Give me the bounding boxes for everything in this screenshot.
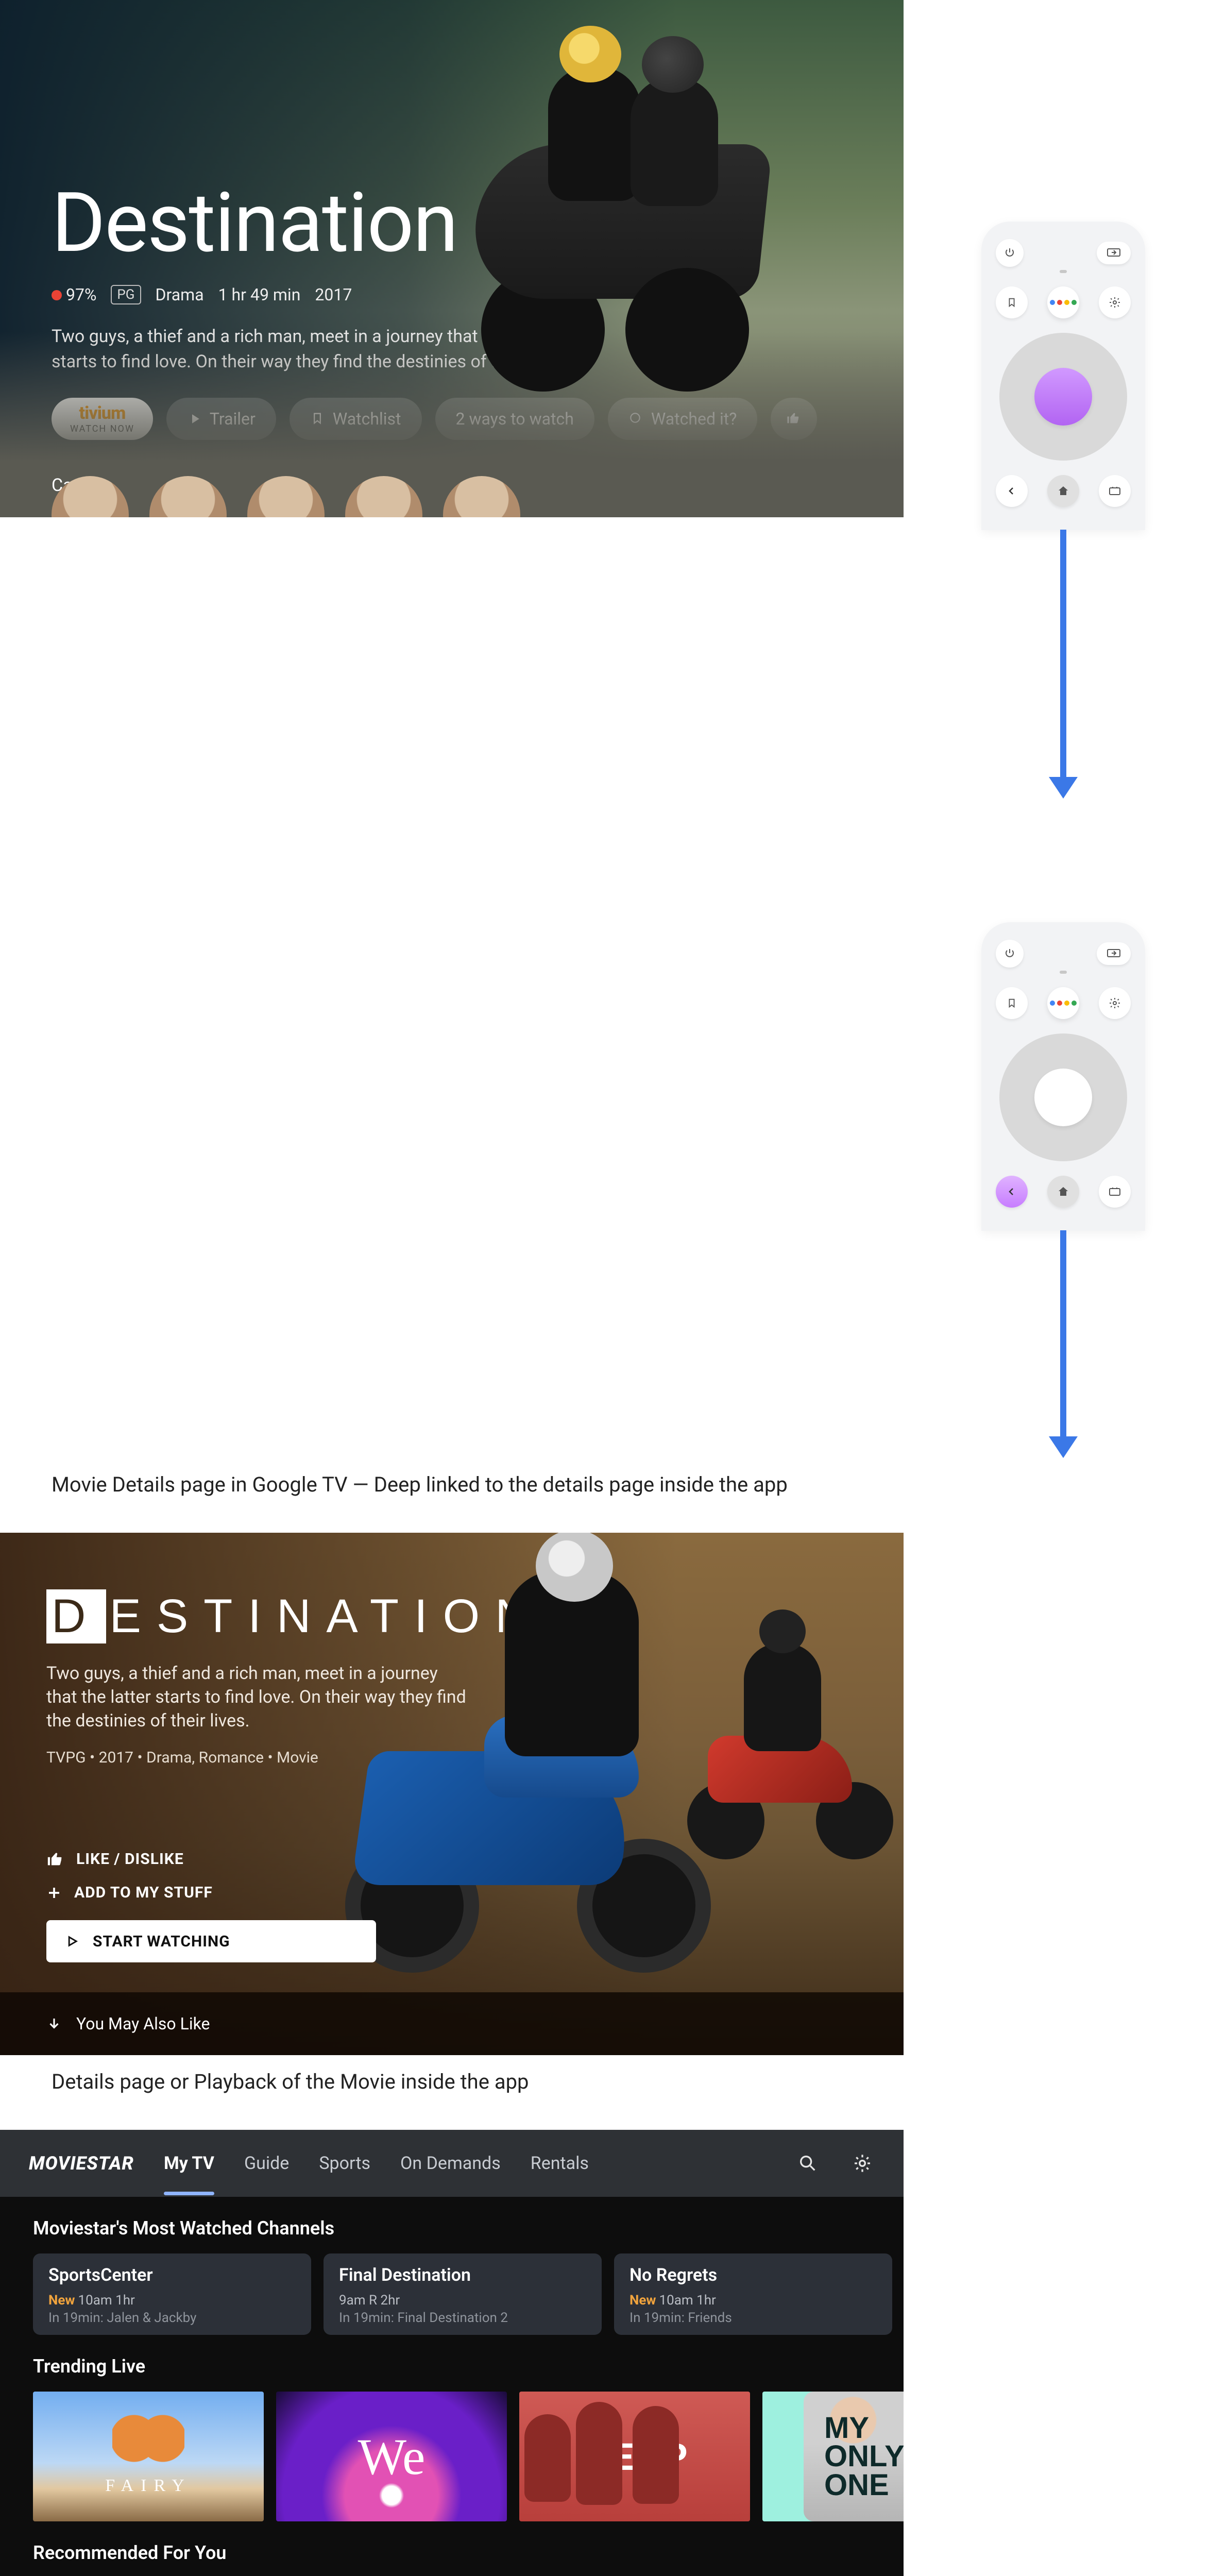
add-label: ADD TO MY STUFF (74, 1884, 213, 1902)
stream-button[interactable] (1099, 1176, 1131, 1208)
cast-avatar[interactable] (149, 476, 227, 517)
dpad-ring[interactable] (999, 333, 1127, 461)
card-line2: New10am 1hr (629, 2293, 877, 2308)
play-icon (65, 1934, 79, 1948)
flow-arrow-1 (1049, 530, 1078, 799)
card-line2: New10am 1hr (48, 2293, 296, 2308)
section-title-trending: Trending Live (33, 2355, 871, 2377)
cast-avatar[interactable] (52, 476, 129, 517)
bookmark-button[interactable] (996, 987, 1028, 1019)
brand-logo-text: MOVIESTAR (29, 2153, 134, 2174)
settings-button[interactable] (850, 2151, 875, 2176)
card-line2: 9am R 2hr (339, 2293, 586, 2308)
start-label: START WATCHING (93, 1933, 230, 1951)
trending-tile[interactable]: FAIRY (33, 2392, 264, 2521)
top-nav: MOVIESTAR My TV Guide Sports On Demands … (0, 2130, 904, 2197)
score: 97% (66, 285, 96, 304)
mic-hole-icon (1060, 270, 1067, 273)
card-line3: In 19min: Jalen & Jackby (48, 2310, 296, 2326)
genre: Drama (156, 285, 204, 304)
also-label: You May Also Like (76, 2014, 210, 2033)
cast-avatar[interactable] (247, 476, 325, 517)
home-button[interactable] (1047, 1176, 1079, 1208)
app-details-panel: DESTINATION Two guys, a thief and a rich… (0, 1533, 904, 2055)
panel1-caption: Movie Details page in Google TV — Deep l… (52, 1472, 1225, 1497)
back-button[interactable] (996, 475, 1028, 507)
cast-avatar[interactable] (345, 476, 422, 517)
remote-2 (981, 922, 1145, 1230)
stream-button[interactable] (1099, 475, 1131, 507)
remote-1 (981, 222, 1145, 530)
panel2-caption: Details page or Playback of the Movie in… (52, 2070, 1225, 2094)
channel-card[interactable]: Final Destination 9am R 2hr In 19min: Fina… (324, 2253, 602, 2335)
trending-tile[interactable]: MYONLYONE (762, 2392, 904, 2521)
back-button-highlighted[interactable] (996, 1176, 1028, 1208)
card-line3: In 19min: Friends (629, 2310, 877, 2326)
nav-tab-my-tv[interactable]: My TV (164, 2148, 214, 2179)
card-title: SportsCenter (48, 2265, 296, 2285)
power-button[interactable] (996, 940, 1024, 968)
mic-hole-icon (1060, 971, 1067, 974)
assistant-button[interactable] (1047, 286, 1079, 318)
dpad-select-button[interactable] (1034, 1069, 1092, 1126)
plus-icon (46, 1885, 62, 1901)
add-to-my-stuff-button[interactable]: ADD TO MY STUFF (46, 1884, 376, 1902)
assistant-dot-icon (1064, 300, 1069, 305)
channel-card[interactable]: No Regrets New10am 1hr In 19min: Friends (614, 2253, 892, 2335)
card-line3: In 19min: Final Destination 2 (339, 2310, 586, 2326)
trending-tile[interactable]: DEEP (519, 2392, 750, 2521)
power-button[interactable] (996, 239, 1024, 267)
tomato-icon (52, 290, 62, 300)
input-button[interactable] (1097, 242, 1131, 264)
settings-button[interactable] (1099, 987, 1131, 1019)
nav-tab-rentals[interactable]: Rentals (531, 2148, 589, 2179)
arrow-down-icon (46, 2016, 62, 2031)
rating-chip: PG (111, 285, 141, 304)
flow-arrow-2 (1049, 1230, 1078, 1458)
start-watching-button[interactable]: START WATCHING (46, 1920, 376, 1962)
you-may-also-like-row[interactable]: You May Also Like (0, 1992, 904, 2055)
assistant-dot-icon (1050, 300, 1055, 305)
input-button[interactable] (1097, 942, 1131, 965)
search-button[interactable] (795, 2151, 820, 2176)
bookmark-button[interactable] (996, 286, 1028, 318)
trending-tile[interactable]: We (276, 2392, 507, 2521)
nav-tab-guide[interactable]: Guide (244, 2148, 289, 2179)
dpad-ring[interactable] (999, 1033, 1127, 1161)
channel-card[interactable]: SportsCenter New10am 1hr In 19min: Jalen &… (33, 2253, 311, 2335)
nav-tab-ondemands[interactable]: On Demands (400, 2148, 501, 2179)
dpad-select-button[interactable] (1034, 368, 1092, 426)
like-dislike-button[interactable]: LIKE / DISLIKE (46, 1850, 376, 1868)
nav-tab-sports[interactable]: Sports (319, 2148, 370, 2179)
home-button[interactable] (1047, 475, 1079, 507)
assistant-dot-icon (1071, 300, 1077, 305)
google-tv-details-panel: Destination 97% PG Drama 1 hr 49 min 201… (0, 0, 904, 517)
runtime: 1 hr 49 min (218, 285, 301, 304)
section-title-recommended: Recommended For You (33, 2542, 871, 2564)
like-label: LIKE / DISLIKE (76, 1850, 184, 1868)
section-title-most-watched: Moviestar's Most Watched Channels (33, 2217, 871, 2239)
moviestar-home-panel: MOVIESTAR My TV Guide Sports On Demands … (0, 2130, 904, 2576)
settings-button[interactable] (1099, 286, 1131, 318)
cast-avatar[interactable] (443, 476, 520, 517)
assistant-dot-icon (1057, 300, 1062, 305)
card-title: Final Destination (339, 2265, 586, 2285)
card-title: No Regrets (629, 2265, 877, 2285)
cast-row (52, 476, 520, 517)
thumb-up-icon (46, 1851, 64, 1868)
assistant-button[interactable] (1047, 987, 1079, 1019)
